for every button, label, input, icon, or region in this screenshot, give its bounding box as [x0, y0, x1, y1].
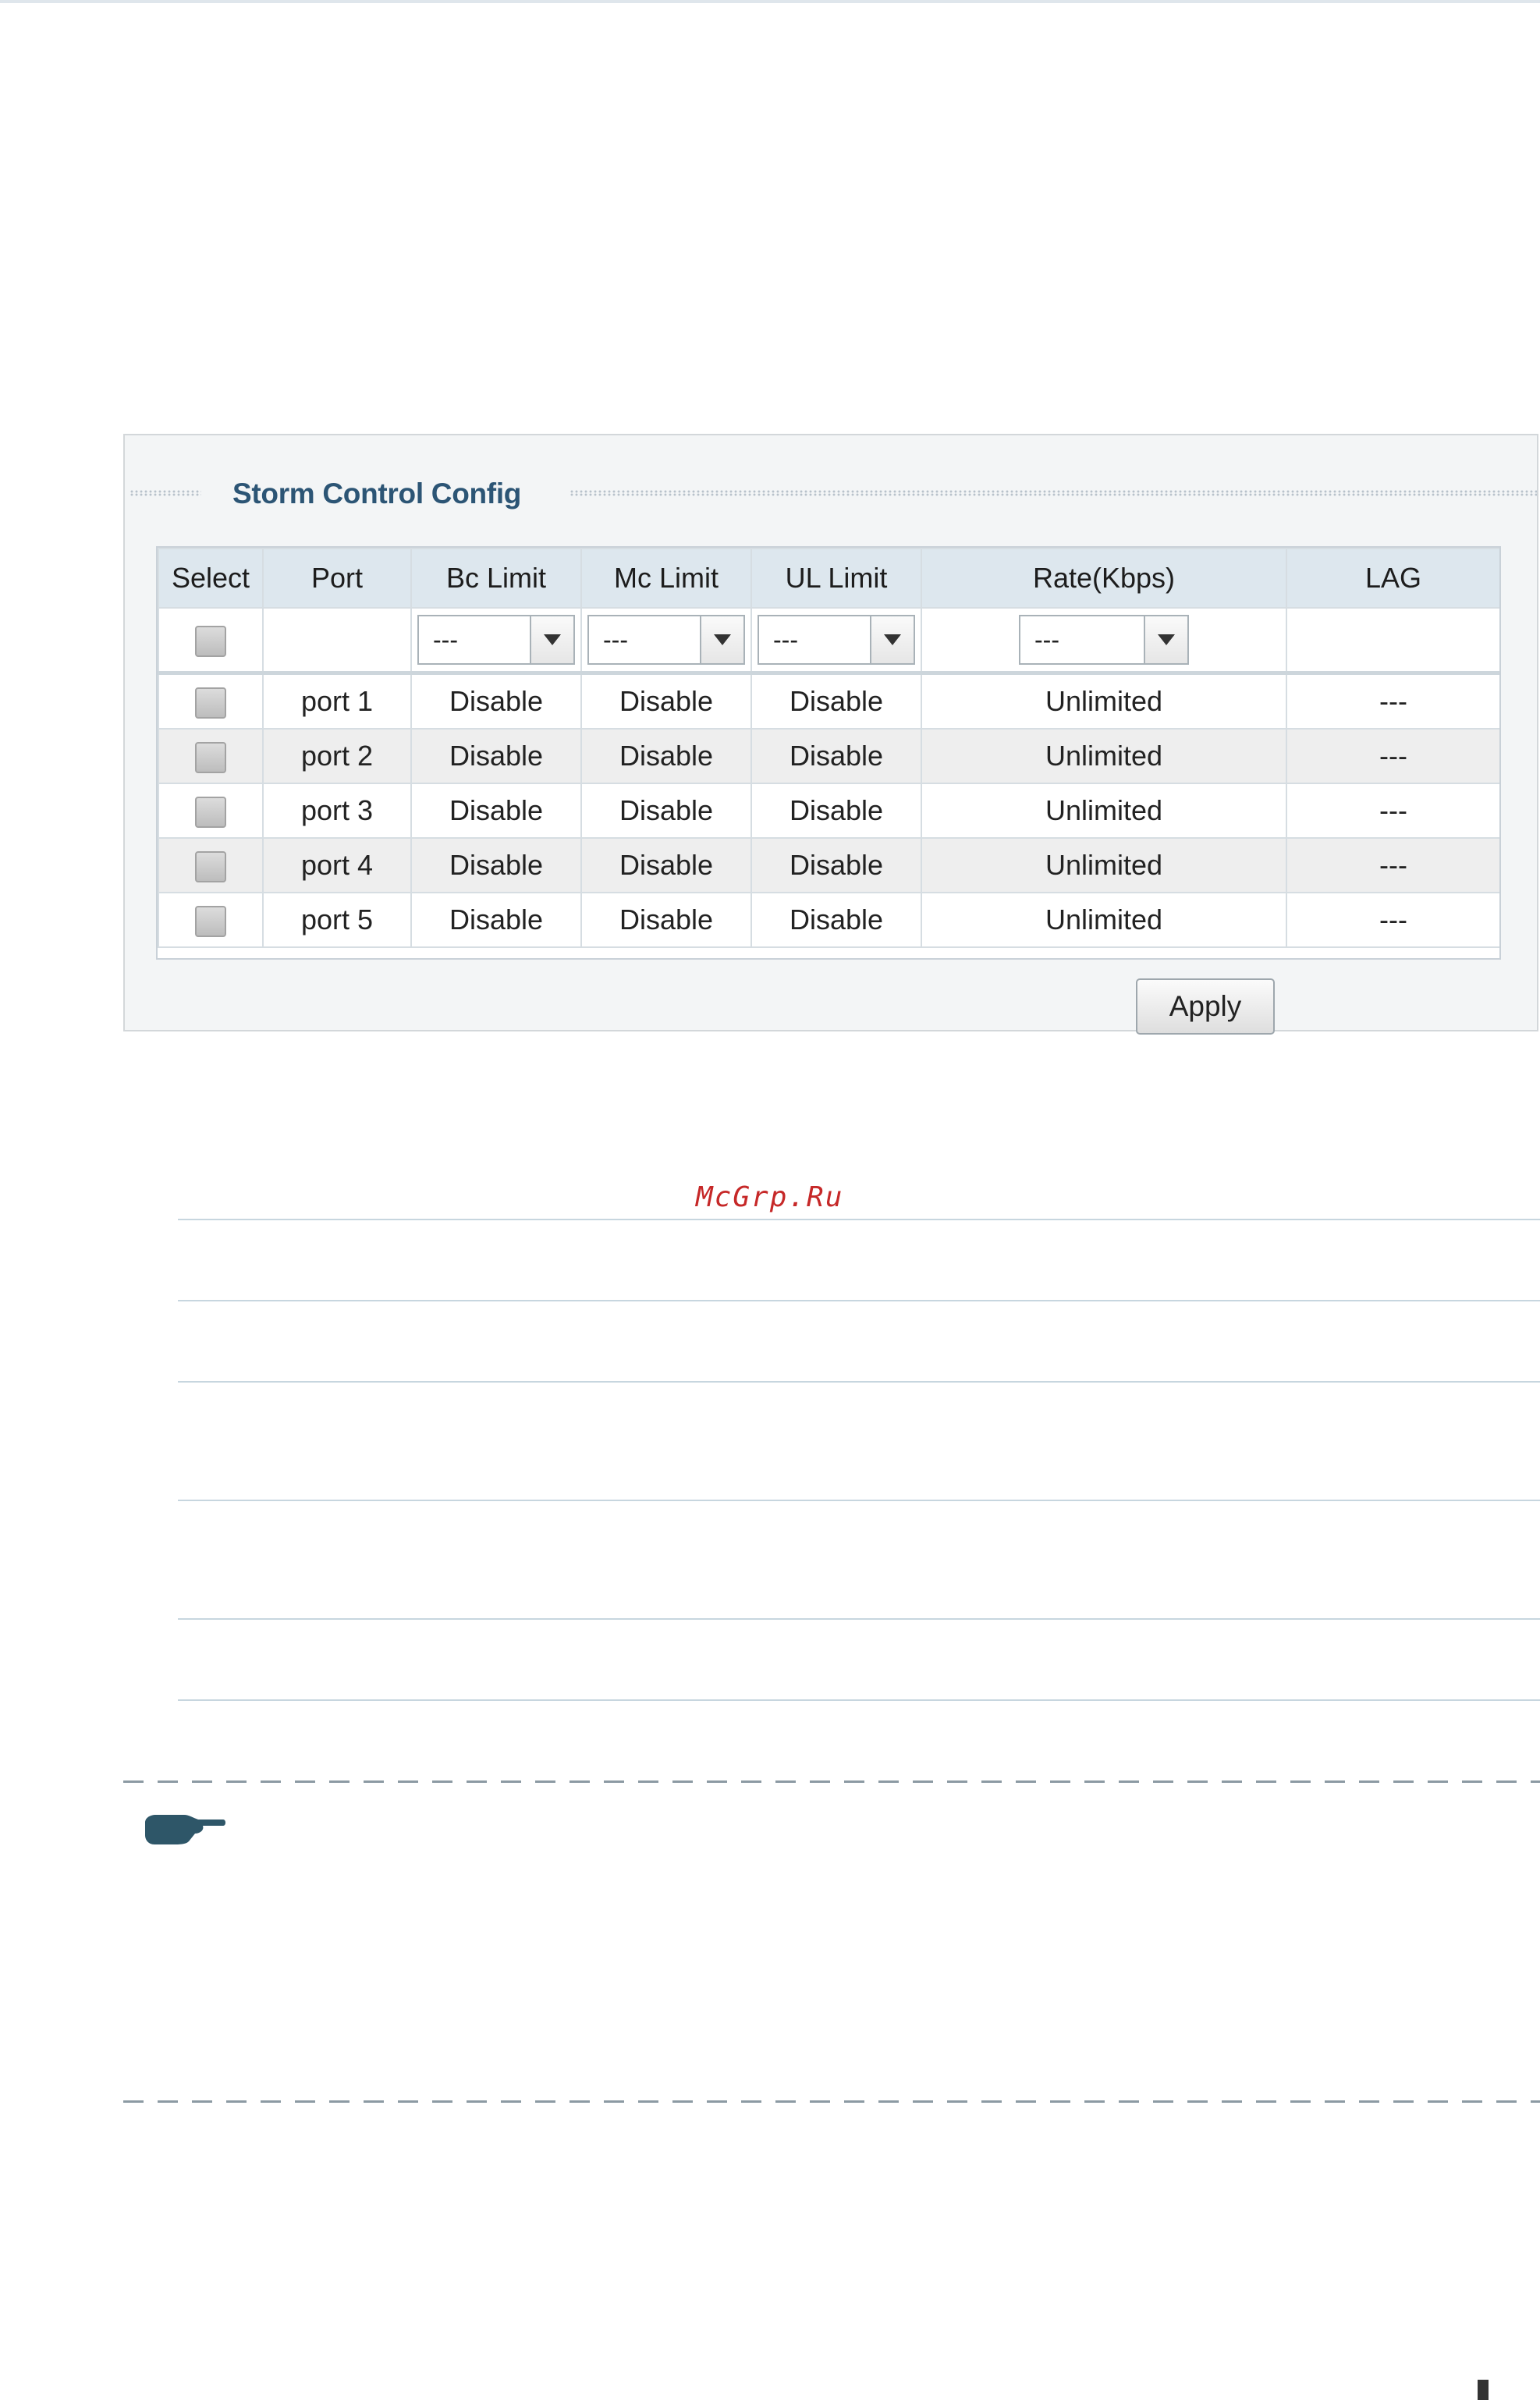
col-header-select: Select — [158, 548, 264, 609]
filter-ul-cell: --- — [750, 607, 922, 675]
row-mc-limit: Disable — [580, 892, 752, 948]
row-rate: Unlimited — [921, 728, 1287, 784]
table-row: port 5 Disable Disable Disable Unlimited… — [158, 892, 1499, 948]
legend-dots-left — [130, 490, 201, 496]
row-ul-limit: Disable — [750, 892, 922, 948]
watermark-text: McGrp.Ru — [696, 1181, 844, 1213]
filter-row: --- --- --- --- — [158, 607, 1499, 675]
row-rate: Unlimited — [921, 892, 1287, 948]
row-checkbox[interactable] — [195, 796, 226, 828]
row-mc-limit: Disable — [580, 783, 752, 839]
row-port: port 2 — [262, 728, 412, 784]
row-select-cell — [158, 892, 264, 948]
note-top-dashed-rule — [123, 1780, 1540, 1783]
col-header-mc-limit: Mc Limit — [580, 548, 752, 609]
row-ul-limit: Disable — [750, 728, 922, 784]
legend-dots-right — [570, 490, 1537, 496]
chevron-down-icon[interactable] — [1144, 616, 1187, 663]
bc-limit-select[interactable]: --- — [417, 615, 575, 665]
table-row: port 2 Disable Disable Disable Unlimited… — [158, 728, 1499, 784]
row-rate: Unlimited — [921, 783, 1287, 839]
bc-limit-select-value: --- — [433, 625, 458, 654]
row-checkbox[interactable] — [195, 850, 226, 882]
col-header-lag: LAG — [1286, 548, 1499, 609]
row-lag: --- — [1286, 672, 1499, 730]
row-bc-limit: Disable — [410, 783, 582, 839]
rate-select[interactable]: --- — [1019, 615, 1189, 665]
row-select-cell — [158, 672, 264, 730]
row-checkbox[interactable] — [195, 687, 226, 719]
chevron-down-icon[interactable] — [700, 616, 743, 663]
note-bottom-dashed-rule — [123, 2100, 1540, 2103]
row-port: port 1 — [262, 672, 412, 730]
col-header-rate: Rate(Kbps) — [921, 548, 1287, 609]
table-row: port 4 Disable Disable Disable Unlimited… — [158, 837, 1499, 893]
filter-rate-cell: --- — [921, 607, 1287, 675]
row-rate: Unlimited — [921, 837, 1287, 893]
chevron-down-icon[interactable] — [870, 616, 914, 663]
row-port: port 4 — [262, 837, 412, 893]
row-lag: --- — [1286, 837, 1499, 893]
row-select-cell — [158, 728, 264, 784]
row-bc-limit: Disable — [410, 892, 582, 948]
page-top-rule — [0, 0, 1540, 3]
divider-line-1 — [178, 1219, 1540, 1220]
row-select-cell — [158, 837, 264, 893]
mc-limit-select-value: --- — [603, 625, 628, 654]
divider-line-2 — [178, 1300, 1540, 1301]
row-select-cell — [158, 783, 264, 839]
ul-limit-select-value: --- — [773, 625, 798, 654]
mc-limit-select[interactable]: --- — [587, 615, 745, 665]
divider-line-4 — [178, 1500, 1540, 1501]
row-port: port 5 — [262, 892, 412, 948]
storm-control-table: Select Port Bc Limit Mc Limit UL Limit R… — [158, 548, 1499, 948]
row-bc-limit: Disable — [410, 672, 582, 730]
row-mc-limit: Disable — [580, 728, 752, 784]
row-checkbox[interactable] — [195, 905, 226, 937]
apply-button[interactable]: Apply — [1136, 978, 1275, 1035]
divider-line-3 — [178, 1381, 1540, 1383]
storm-control-panel: Storm Control Config Select Port Bc Limi… — [123, 434, 1538, 1035]
divider-line-5 — [178, 1618, 1540, 1620]
row-bc-limit: Disable — [410, 837, 582, 893]
row-lag: --- — [1286, 783, 1499, 839]
filter-lag-cell — [1286, 607, 1499, 675]
row-port: port 3 — [262, 783, 412, 839]
table-row: port 1 Disable Disable Disable Unlimited… — [158, 672, 1499, 730]
panel-legend: Storm Control Config — [125, 478, 1537, 509]
col-header-bc-limit: Bc Limit — [410, 548, 582, 609]
row-rate: Unlimited — [921, 672, 1287, 730]
row-lag: --- — [1286, 892, 1499, 948]
row-ul-limit: Disable — [750, 672, 922, 730]
filter-mc-cell: --- — [580, 607, 752, 675]
table-row: port 3 Disable Disable Disable Unlimited… — [158, 783, 1499, 839]
row-mc-limit: Disable — [580, 837, 752, 893]
filter-select-cell — [158, 607, 264, 675]
row-ul-limit: Disable — [750, 837, 922, 893]
filter-port-cell — [262, 607, 412, 675]
row-checkbox[interactable] — [195, 741, 226, 773]
chevron-down-icon[interactable] — [530, 616, 573, 663]
col-header-ul-limit: UL Limit — [750, 548, 922, 609]
row-mc-limit: Disable — [580, 672, 752, 730]
rate-select-value: --- — [1034, 625, 1059, 654]
storm-control-table-wrap: Select Port Bc Limit Mc Limit UL Limit R… — [156, 546, 1501, 960]
divider-line-6 — [178, 1699, 1540, 1701]
ul-limit-select[interactable]: --- — [758, 615, 915, 665]
row-ul-limit: Disable — [750, 783, 922, 839]
table-header-row: Select Port Bc Limit Mc Limit UL Limit R… — [158, 548, 1499, 609]
row-lag: --- — [1286, 728, 1499, 784]
page-corner-mark — [1478, 2380, 1489, 2400]
pointing-hand-icon — [145, 1815, 225, 1844]
panel-title: Storm Control Config — [232, 478, 522, 509]
row-bc-limit: Disable — [410, 728, 582, 784]
col-header-port: Port — [262, 548, 412, 609]
filter-bc-cell: --- — [410, 607, 582, 675]
select-all-checkbox[interactable] — [195, 625, 226, 657]
